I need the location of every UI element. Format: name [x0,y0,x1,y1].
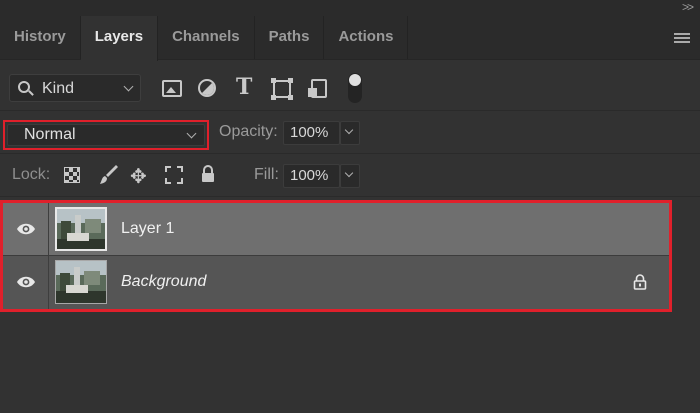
lock-label: Lock: [12,166,51,183]
lock-transparent-pixels-icon[interactable] [64,167,80,183]
filter-kind-label: Kind [42,80,75,97]
fill-value: 100% [290,167,329,184]
lock-artboard-icon[interactable] [165,166,183,184]
opacity-input[interactable]: 100% [283,121,340,145]
eye-icon [17,223,35,235]
fill-dropdown[interactable] [340,164,360,188]
tab-channels[interactable]: Channels [158,16,255,59]
layer-row[interactable]: Layer 1 [3,203,669,256]
blend-mode-highlight: Normal [3,120,209,150]
tab-layers[interactable]: Layers [80,16,159,61]
tab-paths[interactable]: Paths [255,16,325,59]
lock-image-pixels-icon[interactable] [99,164,119,186]
layer-name[interactable]: Background [121,273,206,291]
tab-history[interactable]: History [0,16,81,59]
opacity-dropdown[interactable] [340,121,360,145]
smart-object-filter-icon[interactable] [308,79,327,98]
visibility-toggle[interactable] [3,256,49,309]
panel-tabs: History Layers Channels Paths Actions [0,16,700,61]
blend-mode-select[interactable]: Normal [7,124,205,146]
chevron-down-icon [344,168,354,178]
lock-icon[interactable] [633,274,647,290]
layer-thumbnail[interactable] [55,260,107,304]
lock-position-icon[interactable]: ✥ [130,164,147,189]
chevron-down-icon [344,125,354,135]
fill-label: Fill: [254,166,279,183]
fill-input[interactable]: 100% [283,164,340,188]
panel-top-strip: >> [0,0,700,16]
chevron-down-icon [186,128,197,139]
chevron-down-icon [123,81,134,92]
type-layer-filter-icon[interactable]: T [236,74,252,100]
search-icon [18,81,30,93]
lock-all-icon[interactable] [201,165,215,183]
opacity-value: 100% [290,124,329,141]
blend-mode-value: Normal [24,126,76,143]
layer-name[interactable]: Layer 1 [121,220,174,238]
pixel-layer-filter-icon[interactable] [162,80,182,97]
filter-toggle-switch[interactable] [348,73,362,103]
layer-row[interactable]: Background [3,256,669,309]
layer-thumbnail[interactable] [55,207,107,251]
adjustment-layer-filter-icon[interactable] [198,79,216,97]
layers-list-highlight: Layer 1 Background [0,200,672,312]
filter-kind-select[interactable]: Kind [9,74,141,102]
eye-icon [17,276,35,288]
opacity-label: Opacity: [219,123,278,140]
shape-layer-filter-icon[interactable] [271,78,293,100]
blend-row: Normal Opacity: 100% [0,112,700,154]
panel-menu-icon[interactable] [674,33,690,45]
visibility-toggle[interactable] [3,203,49,255]
collapse-panel-icon[interactable]: >> [682,0,694,14]
tab-actions[interactable]: Actions [324,16,409,59]
